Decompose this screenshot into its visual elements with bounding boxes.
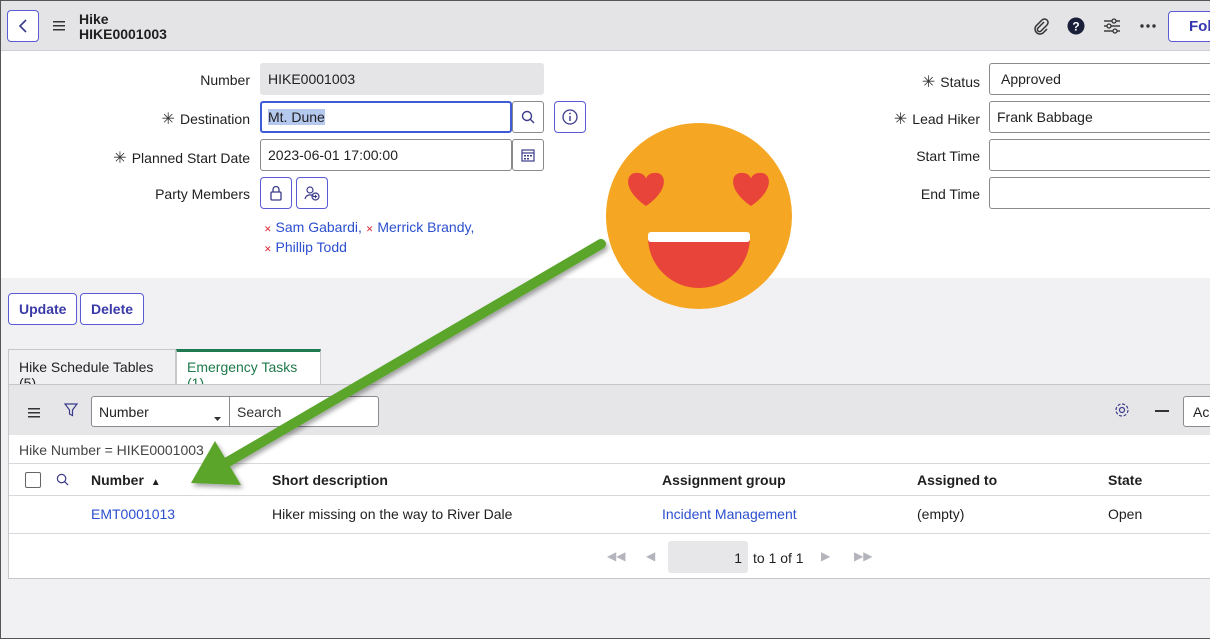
column-header-number[interactable]: Number ▲ bbox=[91, 472, 161, 488]
start-time-field[interactable] bbox=[989, 139, 1210, 171]
record-number: HIKE0001003 bbox=[79, 26, 167, 42]
member-chip[interactable]: ✕ Merrick Brandy bbox=[366, 219, 471, 235]
destination-info-button[interactable] bbox=[554, 101, 586, 133]
row-state: Open bbox=[1108, 506, 1143, 522]
previous-page-icon[interactable]: ◀ bbox=[646, 549, 655, 563]
planned-start-label: ✳ Planned Start Date bbox=[101, 148, 250, 168]
actions-select[interactable]: Ac bbox=[1183, 396, 1210, 427]
destination-label: ✳ Destination bbox=[101, 109, 250, 129]
party-members-label: Party Members bbox=[155, 186, 250, 202]
page-range-text: to 1 of 1 bbox=[753, 550, 804, 566]
back-button[interactable] bbox=[7, 10, 39, 42]
lead-hiker-label: ✳ Lead Hiker bbox=[841, 109, 980, 129]
destination-value: Mt. Dune bbox=[268, 109, 325, 125]
list-settings-gear-icon[interactable] bbox=[1114, 402, 1130, 421]
add-me-button[interactable] bbox=[296, 177, 328, 209]
remove-icon[interactable]: ✕ bbox=[264, 244, 272, 254]
search-field-value: Number bbox=[99, 404, 149, 420]
lead-hiker-label-text: Lead Hiker bbox=[912, 111, 980, 127]
status-label: ✳ Status bbox=[841, 72, 980, 92]
sort-ascending-icon: ▲ bbox=[150, 477, 161, 488]
calendar-icon bbox=[521, 149, 535, 162]
svg-text:?: ? bbox=[1072, 20, 1079, 34]
party-members-lock-button[interactable] bbox=[260, 177, 292, 209]
list-menu-icon[interactable] bbox=[28, 405, 40, 421]
delete-button[interactable]: Delete bbox=[80, 293, 145, 325]
lead-hiker-field[interactable]: Frank Babbage bbox=[989, 101, 1210, 133]
column-search-icon[interactable] bbox=[56, 473, 69, 489]
tab-emergency-tasks[interactable]: Emergency Tasks (1) bbox=[176, 349, 321, 391]
member-chip[interactable]: ✕ Phillip Todd bbox=[264, 239, 347, 255]
number-field: HIKE0001003 bbox=[260, 63, 544, 95]
required-icon: ✳ bbox=[161, 111, 175, 128]
member-name[interactable]: Merrick Brandy bbox=[377, 219, 470, 235]
required-icon: ✳ bbox=[893, 111, 908, 128]
row-number-link[interactable]: EMT0001013 bbox=[91, 506, 175, 522]
caret-down-icon bbox=[214, 408, 221, 424]
collapse-icon[interactable] bbox=[1155, 410, 1169, 412]
table-header: Number ▲ Short description Assignment gr… bbox=[9, 463, 1210, 496]
more-options-icon[interactable] bbox=[1138, 16, 1158, 36]
column-header-state[interactable]: State bbox=[1108, 472, 1142, 488]
paperclip-icon[interactable] bbox=[1031, 16, 1051, 36]
table-row: EMT0001013 Hiker missing on the way to R… bbox=[9, 496, 1210, 534]
member-name[interactable]: Sam Gabardi bbox=[276, 219, 358, 235]
destination-field[interactable]: Mt. Dune bbox=[260, 101, 512, 133]
record-title: Hike bbox=[79, 11, 109, 27]
remove-icon[interactable]: ✕ bbox=[366, 224, 374, 234]
calendar-button[interactable] bbox=[512, 139, 544, 171]
settings-sliders-icon[interactable] bbox=[1102, 16, 1122, 36]
record-header: Hike HIKE0001003 ? Fol bbox=[1, 1, 1210, 51]
column-header-assigned-to[interactable]: Assigned to bbox=[917, 472, 997, 488]
end-time-label: End Time bbox=[920, 186, 980, 202]
start-time-label: Start Time bbox=[916, 148, 980, 164]
page-number-input[interactable]: 1 bbox=[668, 541, 748, 573]
required-icon: ✳ bbox=[921, 74, 936, 91]
chevron-left-icon bbox=[18, 19, 27, 33]
tab-hike-schedule-tables[interactable]: Hike Schedule Tables (5) bbox=[8, 349, 176, 391]
first-page-icon[interactable]: ◀◀ bbox=[607, 549, 625, 563]
planned-start-field[interactable]: 2023-06-01 17:00:00 bbox=[260, 139, 512, 171]
context-menu-icon[interactable] bbox=[53, 18, 65, 34]
record-form: Number HIKE0001003 ✳ Destination Mt. Dune… bbox=[1, 51, 1210, 278]
column-header-short-description[interactable]: Short description bbox=[272, 472, 388, 488]
row-short-description: Hiker missing on the way to River Dale bbox=[272, 506, 513, 522]
add-user-icon bbox=[304, 186, 320, 201]
number-label: Number bbox=[200, 72, 250, 88]
filter-breadcrumb[interactable]: Hike Number = HIKE0001003 bbox=[19, 442, 204, 458]
search-icon bbox=[521, 110, 535, 124]
member-chip[interactable]: ✕ Sam Gabardi bbox=[264, 219, 358, 235]
destination-label-text: Destination bbox=[179, 111, 250, 127]
party-members-list: ✕ Sam Gabardi, ✕ Merrick Brandy, ✕ Phillip … bbox=[264, 219, 475, 255]
pagination: ◀◀ ◀ 1 to 1 of 1 ▶ ▶▶ bbox=[9, 535, 1210, 579]
end-time-field[interactable] bbox=[989, 177, 1210, 209]
related-list: Number Search Ac Hike Number = HIKE00010… bbox=[8, 384, 1210, 579]
member-name[interactable]: Phillip Todd bbox=[276, 239, 347, 255]
required-icon: ✳ bbox=[113, 150, 127, 167]
next-page-icon[interactable]: ▶ bbox=[821, 549, 830, 563]
select-all-checkbox[interactable] bbox=[25, 472, 41, 488]
follow-button[interactable]: Fol bbox=[1168, 11, 1210, 42]
lock-icon bbox=[270, 185, 282, 201]
column-header-assignment-group[interactable]: Assignment group bbox=[662, 472, 786, 488]
info-icon bbox=[562, 109, 578, 125]
status-label-text: Status bbox=[940, 74, 980, 90]
help-icon[interactable]: ? bbox=[1066, 16, 1086, 36]
app-frame: Hike HIKE0001003 ? Fol Number HIKE000100… bbox=[0, 0, 1210, 639]
last-page-icon[interactable]: ▶▶ bbox=[854, 549, 872, 563]
list-toolbar: Number Search Ac bbox=[9, 385, 1210, 435]
planned-start-label-text: Planned Start Date bbox=[131, 150, 250, 166]
update-button[interactable]: Update bbox=[8, 293, 78, 325]
search-field-select[interactable]: Number bbox=[91, 396, 230, 427]
remove-icon[interactable]: ✕ bbox=[264, 224, 272, 234]
destination-lookup-button[interactable] bbox=[512, 101, 544, 133]
status-select[interactable]: Approved bbox=[989, 63, 1210, 95]
filter-icon[interactable] bbox=[63, 403, 79, 420]
column-header-number-label: Number bbox=[91, 472, 144, 488]
row-assigned-to: (empty) bbox=[917, 506, 965, 522]
search-input[interactable]: Search bbox=[229, 396, 379, 427]
row-assignment-group-link[interactable]: Incident Management bbox=[662, 506, 797, 522]
